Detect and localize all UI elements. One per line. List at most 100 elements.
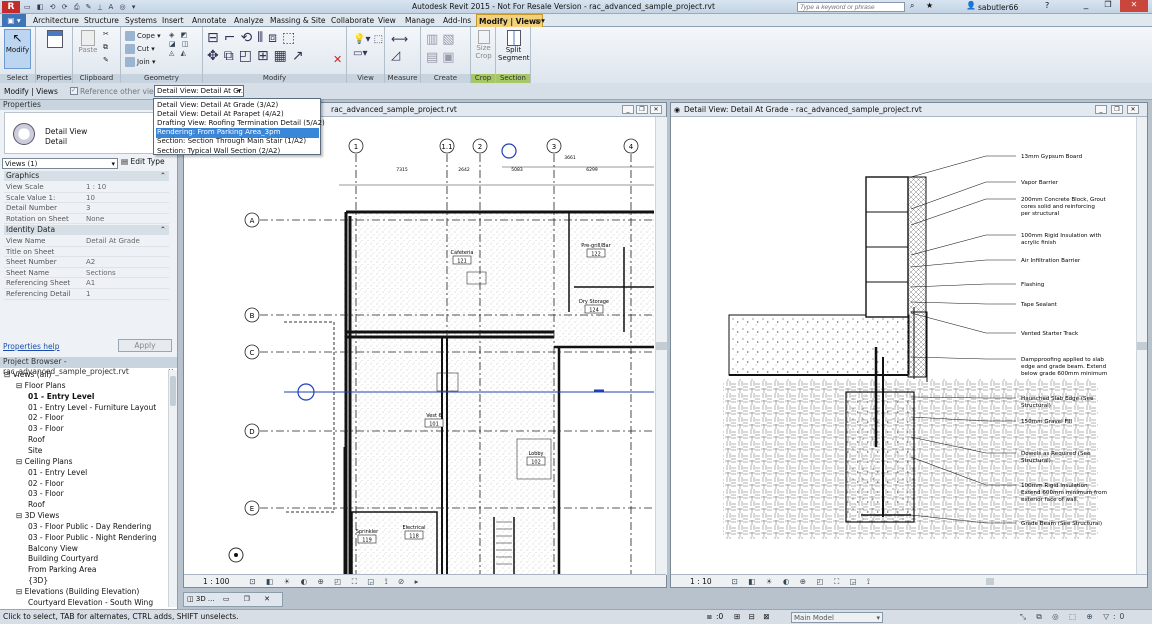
- cut-geometry-button[interactable]: Cut ▾: [125, 44, 155, 54]
- browser-tree-item[interactable]: Roof: [28, 435, 45, 445]
- annotation-note[interactable]: 200mm Concrete Block, Grout cores solid a…: [1021, 197, 1106, 217]
- tab-massing-site[interactable]: Massing & Site: [268, 14, 328, 27]
- browser-tree-item[interactable]: Roof: [28, 500, 45, 510]
- browser-tree-item[interactable]: 03 - Floor: [28, 489, 64, 499]
- create-tools-icon[interactable]: ▥▧ ▤▣: [426, 31, 459, 67]
- tab-collaborate[interactable]: Collaborate: [329, 14, 376, 27]
- restore-icon[interactable]: ❐: [636, 105, 648, 114]
- copy-icon[interactable]: ⧉: [103, 43, 108, 52]
- match-icon[interactable]: ✎: [103, 56, 109, 65]
- view-tools-icon[interactable]: 💡▾ ⬚ ▭▾: [353, 33, 383, 61]
- browser-scrollbar[interactable]: [168, 370, 177, 607]
- tab-manage[interactable]: Manage: [403, 14, 437, 27]
- dimension-text[interactable]: 7315: [396, 167, 408, 173]
- browser-tree-item[interactable]: ⊟ Views (all): [4, 370, 51, 380]
- dropdown-option[interactable]: Drafting View: Roofing Termination Detai…: [156, 119, 325, 129]
- annotation-note[interactable]: Tape Sealant: [1020, 302, 1058, 308]
- properties-help-link[interactable]: Properties help: [3, 342, 60, 351]
- quick-access-toolbar[interactable]: ▭ ◧ ⟲ ⟳ ⎙ ✎ ⟂ A ◎ ▾: [24, 3, 184, 11]
- tab-view[interactable]: View: [376, 14, 398, 27]
- view-control-icons[interactable]: ⊡ ◧ ☀ ◐ ⊕ ◰ ⛶ ◲ ⟟ ⊘ ▸: [249, 577, 422, 586]
- ribbon-toggle-icon[interactable]: ▭▾: [532, 14, 547, 27]
- property-row[interactable]: Rotation on Sheet None: [4, 214, 169, 225]
- property-row[interactable]: Referencing Sheet A1: [4, 278, 169, 289]
- browser-tree-item[interactable]: From Parking Area: [28, 565, 96, 575]
- property-value[interactable]: 1 : 10: [86, 182, 106, 193]
- workset-icons[interactable]: ⊞ ⊟ ⊠: [734, 610, 773, 624]
- browser-tree-item[interactable]: 01 - Entry Level: [28, 468, 87, 478]
- minimize-icon[interactable]: _: [1076, 0, 1096, 12]
- property-row[interactable]: View Scale 1 : 10: [4, 182, 169, 193]
- browser-tree-item[interactable]: ⊟ Floor Plans: [16, 381, 66, 391]
- grid-bubble-col[interactable]: 1: [348, 138, 364, 154]
- property-row[interactable]: View Name Detail At Grade: [4, 236, 169, 247]
- tab-analyze[interactable]: Analyze: [232, 14, 266, 27]
- measure-icon[interactable]: ⟷ ◿: [391, 31, 408, 63]
- view1-scale[interactable]: 1 : 100: [203, 577, 229, 586]
- cut-icon[interactable]: ✂: [103, 30, 109, 39]
- model-select[interactable]: Main Model ▾: [791, 612, 883, 623]
- property-value[interactable]: Detail At Grade: [86, 236, 140, 247]
- cope-button[interactable]: Cope ▾: [125, 31, 161, 41]
- grid-bubble-row[interactable]: A: [244, 212, 260, 228]
- tab-structure[interactable]: Structure: [82, 14, 121, 27]
- apply-button[interactable]: Apply: [118, 339, 172, 352]
- browser-tree-item[interactable]: Courtyard Elevation - South Wing: [28, 598, 153, 608]
- delete-icon[interactable]: ✕: [333, 54, 342, 65]
- browser-tree-item[interactable]: 02 - Floor: [28, 413, 64, 423]
- type-selector[interactable]: Detail View Detail: [4, 112, 172, 154]
- graphics-group[interactable]: Graphics ⌃: [4, 171, 169, 181]
- floor-plan-view[interactable]: rac_advanced_sample_project.rvt _ ❐ ✕ 11…: [183, 102, 667, 588]
- identity-group[interactable]: Identity Data ⌃: [4, 225, 169, 235]
- reference-view-select[interactable]: Detail View: Detail At Gr... ▾: [154, 85, 244, 97]
- dropdown-option[interactable]: Detail View: Detail At Parapet (4/A2): [156, 110, 319, 120]
- folder-expand-icon[interactable]: ⊟: [16, 381, 25, 390]
- property-row[interactable]: Detail Number 3: [4, 203, 169, 214]
- close-icon[interactable]: ✕: [1127, 105, 1139, 114]
- tab-insert[interactable]: Insert: [160, 14, 186, 27]
- tab-architecture[interactable]: Architecture: [31, 14, 81, 27]
- folder-expand-icon[interactable]: ⊟: [16, 511, 25, 520]
- dimension-text[interactable]: 5083: [511, 167, 523, 173]
- infocenter-icon[interactable]: ★: [926, 1, 933, 10]
- property-row[interactable]: Scale Value 1: 10: [4, 193, 169, 204]
- dimension-text[interactable]: 6299: [586, 167, 598, 173]
- property-value[interactable]: 10: [86, 193, 95, 204]
- paste-button[interactable]: Paste: [77, 30, 99, 54]
- dropdown-option[interactable]: Detail View: Detail At Grade (3/A2): [156, 101, 319, 111]
- instance-filter-select[interactable]: Views (1) ▾: [2, 158, 118, 169]
- dropdown-option[interactable]: Section: Typical Wall Section (2/A2): [156, 147, 319, 157]
- room-tag[interactable]: Sprinkler 119: [356, 529, 379, 544]
- grid-bubble-col[interactable]: 4: [623, 138, 639, 154]
- selection-filter-icons[interactable]: ⤡ ⧉ ◎ ⬚ ⊕ ▽:0: [1020, 610, 1128, 624]
- dimension-text[interactable]: 3661: [564, 155, 576, 161]
- browser-tree-item[interactable]: 02 - Floor: [28, 479, 64, 489]
- restore-icon[interactable]: ❐: [1111, 105, 1123, 114]
- room-tag[interactable]: Cafeteria 121: [451, 250, 474, 265]
- annotation-note[interactable]: Grade Beam (See Structural): [1021, 521, 1102, 527]
- minimize-icon[interactable]: _: [622, 105, 634, 114]
- annotation-note[interactable]: 13mm Gypsum Board: [1021, 154, 1083, 160]
- browser-tree-item[interactable]: 01 - Entry Level - Furniture Layout: [28, 403, 156, 413]
- tab-add-ins[interactable]: Add-Ins: [441, 14, 473, 27]
- search-input[interactable]: [797, 2, 905, 12]
- property-row[interactable]: Title on Sheet: [4, 247, 169, 258]
- annotation-note[interactable]: Air Infiltration Barrier: [1021, 258, 1081, 264]
- geometry-tools-icon[interactable]: ◈ ◩ ◪ ◫ ◬ ◭: [169, 31, 190, 58]
- grid-bubble-col[interactable]: 1.1: [439, 138, 455, 154]
- annotation-note[interactable]: 150mm Gravel Fill: [1021, 419, 1072, 425]
- floor-plan-drawing[interactable]: 1 1.1 2 3 4 A B C D E Cafeteria 121 Pre-grill/Bar 1…: [184, 117, 654, 575]
- grid-bubble-col[interactable]: 3: [546, 138, 562, 154]
- split-segment-button[interactable]: Split Segment: [498, 30, 530, 62]
- detail-view[interactable]: ◉ Detail View: Detail At Grade - rac_adva…: [670, 102, 1148, 588]
- browser-tree-item[interactable]: Site: [28, 446, 42, 456]
- dropdown-option[interactable]: Rendering: From Parking Area_3pm: [156, 128, 319, 138]
- dimension-text[interactable]: 2642: [458, 167, 470, 173]
- view2-scale[interactable]: 1 : 10: [690, 577, 712, 586]
- room-tag[interactable]: Lobby 102: [526, 451, 546, 466]
- join-button[interactable]: Join ▾: [125, 57, 155, 67]
- property-value[interactable]: 1: [86, 289, 90, 300]
- property-value[interactable]: None: [86, 214, 104, 225]
- folder-expand-icon[interactable]: ⊟: [16, 457, 25, 466]
- room-tag[interactable]: Electrical 118: [403, 525, 426, 540]
